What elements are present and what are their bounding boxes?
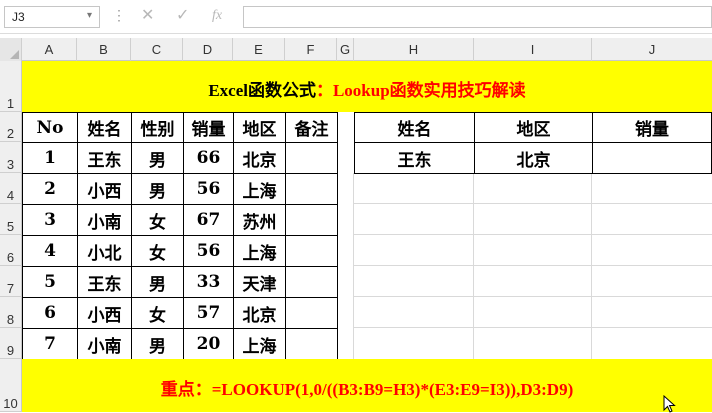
cell-sales[interactable]: 56: [183, 235, 234, 267]
cell-note[interactable]: [285, 142, 338, 174]
cell-lookup-sales-result[interactable]: [592, 142, 712, 174]
cell-sales[interactable]: 66: [183, 142, 234, 174]
formula-note: 重点：=LOOKUP(1,0/((B3:B9=H3)*(E3:E9=I3)),D…: [160, 380, 574, 399]
column-header-bar: A B C D E F G H I J: [0, 38, 712, 61]
cell-no[interactable]: 2: [22, 173, 78, 205]
cell-sales[interactable]: 67: [183, 204, 234, 236]
cell-no[interactable]: 1: [22, 142, 78, 174]
cell-region[interactable]: 天津: [233, 266, 286, 298]
cell-region[interactable]: 北京: [233, 297, 286, 329]
gridline: [473, 173, 474, 359]
column-header-d[interactable]: D: [183, 38, 233, 61]
mouse-pointer-icon: [663, 395, 676, 413]
column-header-e[interactable]: E: [233, 38, 285, 61]
row-header-6[interactable]: 6: [0, 235, 22, 266]
cell-lookup-header-name[interactable]: 姓名: [354, 112, 475, 143]
select-all-triangle-icon: [10, 50, 19, 59]
cell-note[interactable]: [285, 328, 338, 360]
gridline: [354, 265, 712, 266]
cell-lookup-name[interactable]: 王东: [354, 142, 475, 174]
cell-note[interactable]: [285, 297, 338, 329]
cell-name[interactable]: 小北: [77, 235, 132, 267]
row-header-1[interactable]: 1: [0, 61, 22, 112]
row-header-10[interactable]: 10: [0, 359, 22, 412]
cell-region[interactable]: 上海: [233, 173, 286, 205]
cell-gender[interactable]: 男: [131, 173, 184, 205]
sheet-title: Excel函数公式：Lookup函数实用技巧解读: [208, 81, 526, 100]
cell-region[interactable]: 北京: [233, 142, 286, 174]
cell-note[interactable]: [285, 235, 338, 267]
column-header-a[interactable]: A: [22, 38, 77, 61]
cell-lookup-header-region[interactable]: 地区: [474, 112, 593, 143]
cell-note[interactable]: [285, 173, 338, 205]
column-header-i[interactable]: I: [474, 38, 592, 61]
row-header-9[interactable]: 9: [0, 328, 22, 359]
gridline: [354, 203, 712, 204]
row-header-3[interactable]: 3: [0, 142, 22, 173]
cell-lookup-header-sales[interactable]: 销量: [592, 112, 712, 143]
title-band: Excel函数公式：Lookup函数实用技巧解读: [22, 61, 712, 112]
cell-gender[interactable]: 男: [131, 142, 184, 174]
cell-header-name[interactable]: 姓名: [77, 112, 132, 143]
cell-region[interactable]: 上海: [233, 235, 286, 267]
cell-no[interactable]: 7: [22, 328, 78, 360]
cell-sales[interactable]: 20: [183, 328, 234, 360]
cell-no[interactable]: 5: [22, 266, 78, 298]
name-box[interactable]: J3 ▾: [4, 6, 100, 28]
cell-name[interactable]: 小南: [77, 328, 132, 360]
column-header-g[interactable]: G: [337, 38, 354, 61]
cell-region[interactable]: 苏州: [233, 204, 286, 236]
cell-gender[interactable]: 女: [131, 204, 184, 236]
cell-no[interactable]: 3: [22, 204, 78, 236]
cell-gender[interactable]: 男: [131, 266, 184, 298]
row-header-4[interactable]: 4: [0, 173, 22, 204]
cell-gender[interactable]: 男: [131, 328, 184, 360]
cell-sales[interactable]: 33: [183, 266, 234, 298]
cell-name[interactable]: 小西: [77, 297, 132, 329]
cancel-icon[interactable]: ✕: [141, 7, 154, 25]
cell-sales[interactable]: 57: [183, 297, 234, 329]
more-dots-icon[interactable]: ⋮: [112, 8, 126, 22]
cell-header-no[interactable]: No: [22, 112, 78, 143]
column-header-c[interactable]: C: [131, 38, 183, 61]
row-header-7[interactable]: 7: [0, 266, 22, 297]
enter-check-icon[interactable]: ✓: [176, 7, 189, 25]
cell-no[interactable]: 4: [22, 235, 78, 267]
cell-gender[interactable]: 女: [131, 297, 184, 329]
gridline: [591, 173, 592, 359]
gridline: [353, 173, 354, 359]
row-header-5[interactable]: 5: [0, 204, 22, 235]
formula-input[interactable]: [243, 6, 712, 28]
cell-header-region[interactable]: 地区: [233, 112, 286, 143]
cell-name[interactable]: 王东: [77, 142, 132, 174]
column-header-h[interactable]: H: [354, 38, 474, 61]
row-header-8[interactable]: 8: [0, 297, 22, 328]
cell-header-sales[interactable]: 销量: [183, 112, 234, 143]
cell-note[interactable]: [285, 204, 338, 236]
cell-name[interactable]: 小南: [77, 204, 132, 236]
name-box-value: J3: [12, 10, 25, 24]
cell-name[interactable]: 小西: [77, 173, 132, 205]
cell-note[interactable]: [285, 266, 338, 298]
column-header-j[interactable]: J: [592, 38, 712, 61]
column-header-f[interactable]: F: [285, 38, 337, 61]
cell-sales[interactable]: 56: [183, 173, 234, 205]
gridline: [354, 296, 712, 297]
cell-header-note[interactable]: 备注: [285, 112, 338, 143]
insert-function-icon[interactable]: fx: [212, 7, 222, 25]
gridline: [354, 234, 712, 235]
formula-bar: J3 ▾ ⋮ ✕ ✓ fx: [0, 0, 712, 34]
cell-header-gender[interactable]: 性别: [131, 112, 184, 143]
cell-region[interactable]: 上海: [233, 328, 286, 360]
gridline: [354, 327, 712, 328]
row-header-2[interactable]: 2: [0, 112, 22, 142]
chevron-down-icon[interactable]: ▾: [87, 10, 92, 21]
column-header-b[interactable]: B: [77, 38, 131, 61]
cell-no[interactable]: 6: [22, 297, 78, 329]
cell-name[interactable]: 王东: [77, 266, 132, 298]
cell-gender[interactable]: 女: [131, 235, 184, 267]
formula-note-band: 重点：=LOOKUP(1,0/((B3:B9=H3)*(E3:E9=I3)),D…: [22, 359, 712, 412]
cell-lookup-region[interactable]: 北京: [474, 142, 593, 174]
select-all-corner[interactable]: [0, 38, 22, 61]
